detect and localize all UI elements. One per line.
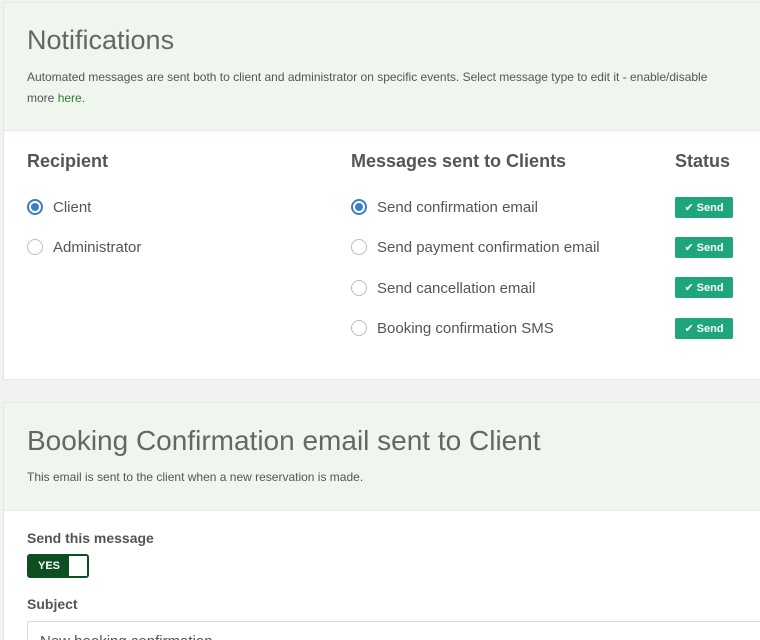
notifications-description: Automated messages are sent both to clie… [27,67,760,109]
status-badge-label: Send [696,322,724,335]
message-option-payment-confirmation-email[interactable]: Send payment confirmation email [351,236,600,258]
status-badge[interactable]: ✔ Send [675,197,733,218]
page: Notifications Automated messages are sen… [0,0,760,640]
status-badge[interactable]: ✔ Send [675,277,733,298]
toggle-on-label: YES [29,556,69,576]
learn-more-link[interactable]: here [58,91,82,105]
message-option-label: Send cancellation email [377,279,536,297]
notifications-header: Notifications Automated messages are sen… [4,3,760,131]
radio-unchecked-icon[interactable] [351,320,367,336]
send-message-toggle[interactable]: YES [27,554,89,578]
subject-label: Subject [27,596,78,612]
description-line-2-prefix: more [27,91,58,105]
message-option-label: Send confirmation email [377,198,538,216]
recipient-option-label: Client [53,198,92,216]
page-title: Notifications [27,25,175,55]
message-option-booking-sms[interactable]: Booking confirmation SMS [351,317,554,339]
check-icon: ✔ [684,282,694,294]
message-option-label: Send payment confirmation email [377,238,600,256]
status-badge-label: Send [696,281,724,294]
radio-unchecked-icon[interactable] [351,239,367,255]
subject-input[interactable] [27,621,760,640]
check-icon: ✔ [684,242,694,254]
status-badge-label: Send [696,201,724,214]
radio-unchecked-icon[interactable] [351,280,367,296]
email-editor-description: This email is sent to the client when a … [27,470,364,484]
description-line-1: Automated messages are sent both to clie… [27,70,708,84]
recipient-option-label: Administrator [53,238,142,256]
email-editor-panel: Booking Confirmation email sent to Clien… [3,402,760,640]
recipient-option-administrator[interactable]: Administrator [27,236,141,258]
status-badge-label: Send [696,241,724,254]
radio-checked-icon[interactable] [27,199,43,215]
status-badge[interactable]: ✔ Send [675,237,733,258]
check-icon: ✔ [684,202,694,214]
check-icon: ✔ [684,323,694,335]
toggle-knob [69,556,87,576]
notifications-panel: Notifications Automated messages are sen… [3,2,760,380]
status-heading: Status [675,151,731,171]
messages-heading: Messages sent to Clients [351,151,567,171]
send-message-label: Send this message [27,530,154,546]
recipient-heading: Recipient [27,151,109,171]
message-option-cancellation-email[interactable]: Send cancellation email [351,277,535,299]
email-editor-header: Booking Confirmation email sent to Clien… [4,403,760,511]
description-line-2-suffix: . [81,91,86,105]
email-editor-title: Booking Confirmation email sent to Clien… [27,425,541,456]
status-badge[interactable]: ✔ Send [675,318,733,339]
message-option-confirmation-email[interactable]: Send confirmation email [351,196,538,218]
message-option-label: Booking confirmation SMS [377,319,554,337]
recipient-option-client[interactable]: Client [27,196,91,218]
radio-checked-icon[interactable] [351,199,367,215]
radio-unchecked-icon[interactable] [27,239,43,255]
